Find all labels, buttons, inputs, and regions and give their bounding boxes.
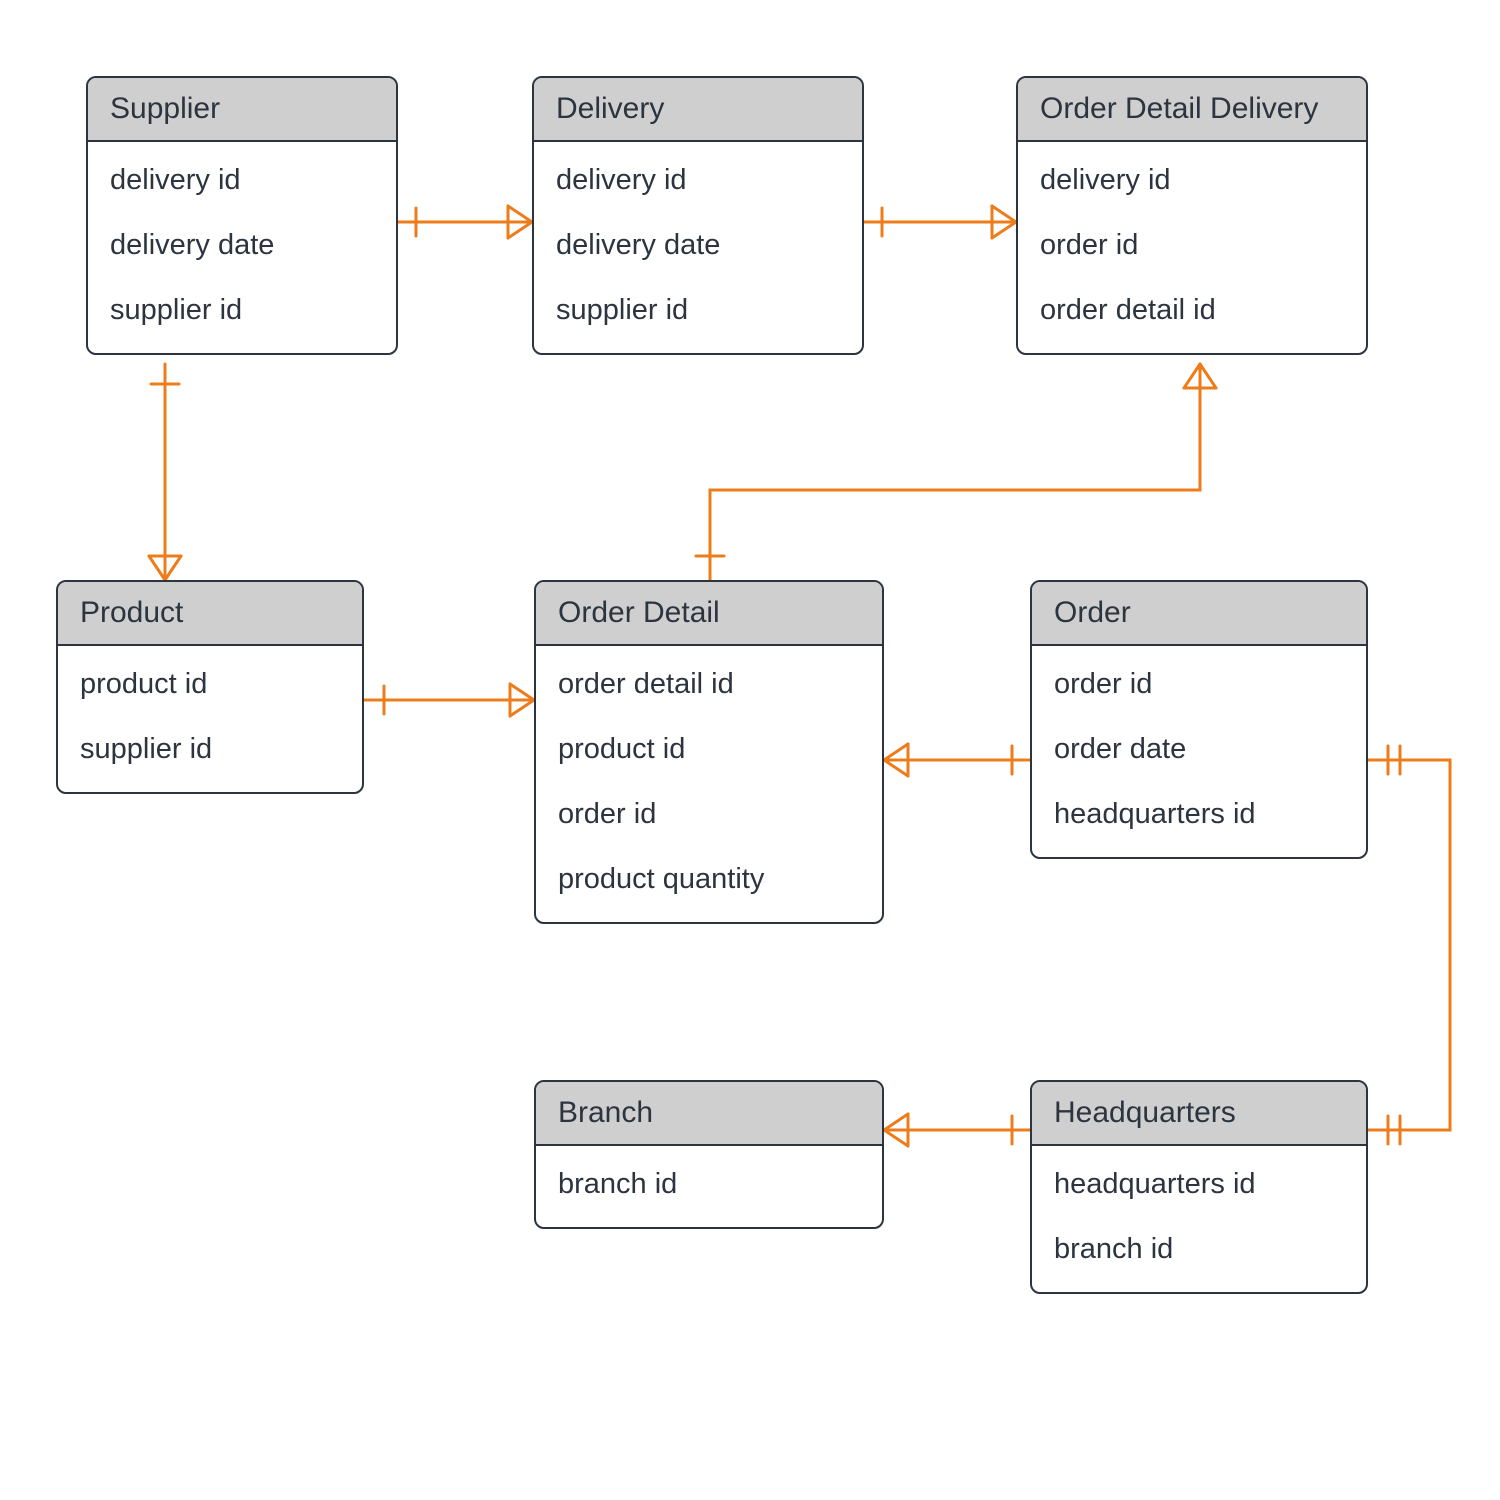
field: order date [1054, 717, 1346, 782]
entity-order-detail-delivery[interactable]: Order Detail Delivery delivery id order … [1016, 76, 1368, 355]
entity-product[interactable]: Product product id supplier id [56, 580, 364, 794]
entity-order-detail[interactable]: Order Detail order detail id product id … [534, 580, 884, 924]
entity-body: delivery id order id order detail id [1018, 142, 1366, 353]
entity-title: Supplier [88, 78, 396, 142]
entity-title: Headquarters [1032, 1082, 1366, 1146]
field: order detail id [1040, 278, 1346, 343]
field: supplier id [110, 278, 376, 343]
entity-body: headquarters id branch id [1032, 1146, 1366, 1292]
field: branch id [558, 1152, 862, 1217]
er-diagram-canvas: Supplier delivery id delivery date suppl… [0, 0, 1500, 1500]
field: product id [80, 652, 342, 717]
entity-title: Product [58, 582, 362, 646]
entity-body: branch id [536, 1146, 882, 1227]
entity-body: delivery id delivery date supplier id [534, 142, 862, 353]
field: order id [1040, 213, 1346, 278]
field: headquarters id [1054, 1152, 1346, 1217]
field: product quantity [558, 847, 862, 912]
field: headquarters id [1054, 782, 1346, 847]
field: product id [558, 717, 862, 782]
field: order id [558, 782, 862, 847]
entity-title: Delivery [534, 78, 862, 142]
field: delivery id [556, 148, 842, 213]
entity-branch[interactable]: Branch branch id [534, 1080, 884, 1229]
entity-delivery[interactable]: Delivery delivery id delivery date suppl… [532, 76, 864, 355]
field: delivery id [1040, 148, 1346, 213]
entity-body: order detail id product id order id prod… [536, 646, 882, 922]
entity-body: order id order date headquarters id [1032, 646, 1366, 857]
entity-headquarters[interactable]: Headquarters headquarters id branch id [1030, 1080, 1368, 1294]
field: supplier id [80, 717, 342, 782]
field: order detail id [558, 652, 862, 717]
field: supplier id [556, 278, 842, 343]
entity-title: Order Detail Delivery [1018, 78, 1366, 142]
field: branch id [1054, 1217, 1346, 1282]
entity-title: Order [1032, 582, 1366, 646]
entity-order[interactable]: Order order id order date headquarters i… [1030, 580, 1368, 859]
field: order id [1054, 652, 1346, 717]
entity-body: delivery id delivery date supplier id [88, 142, 396, 353]
entity-supplier[interactable]: Supplier delivery id delivery date suppl… [86, 76, 398, 355]
entity-title: Branch [536, 1082, 882, 1146]
entity-body: product id supplier id [58, 646, 362, 792]
field: delivery date [556, 213, 842, 278]
field: delivery id [110, 148, 376, 213]
entity-title: Order Detail [536, 582, 882, 646]
field: delivery date [110, 213, 376, 278]
